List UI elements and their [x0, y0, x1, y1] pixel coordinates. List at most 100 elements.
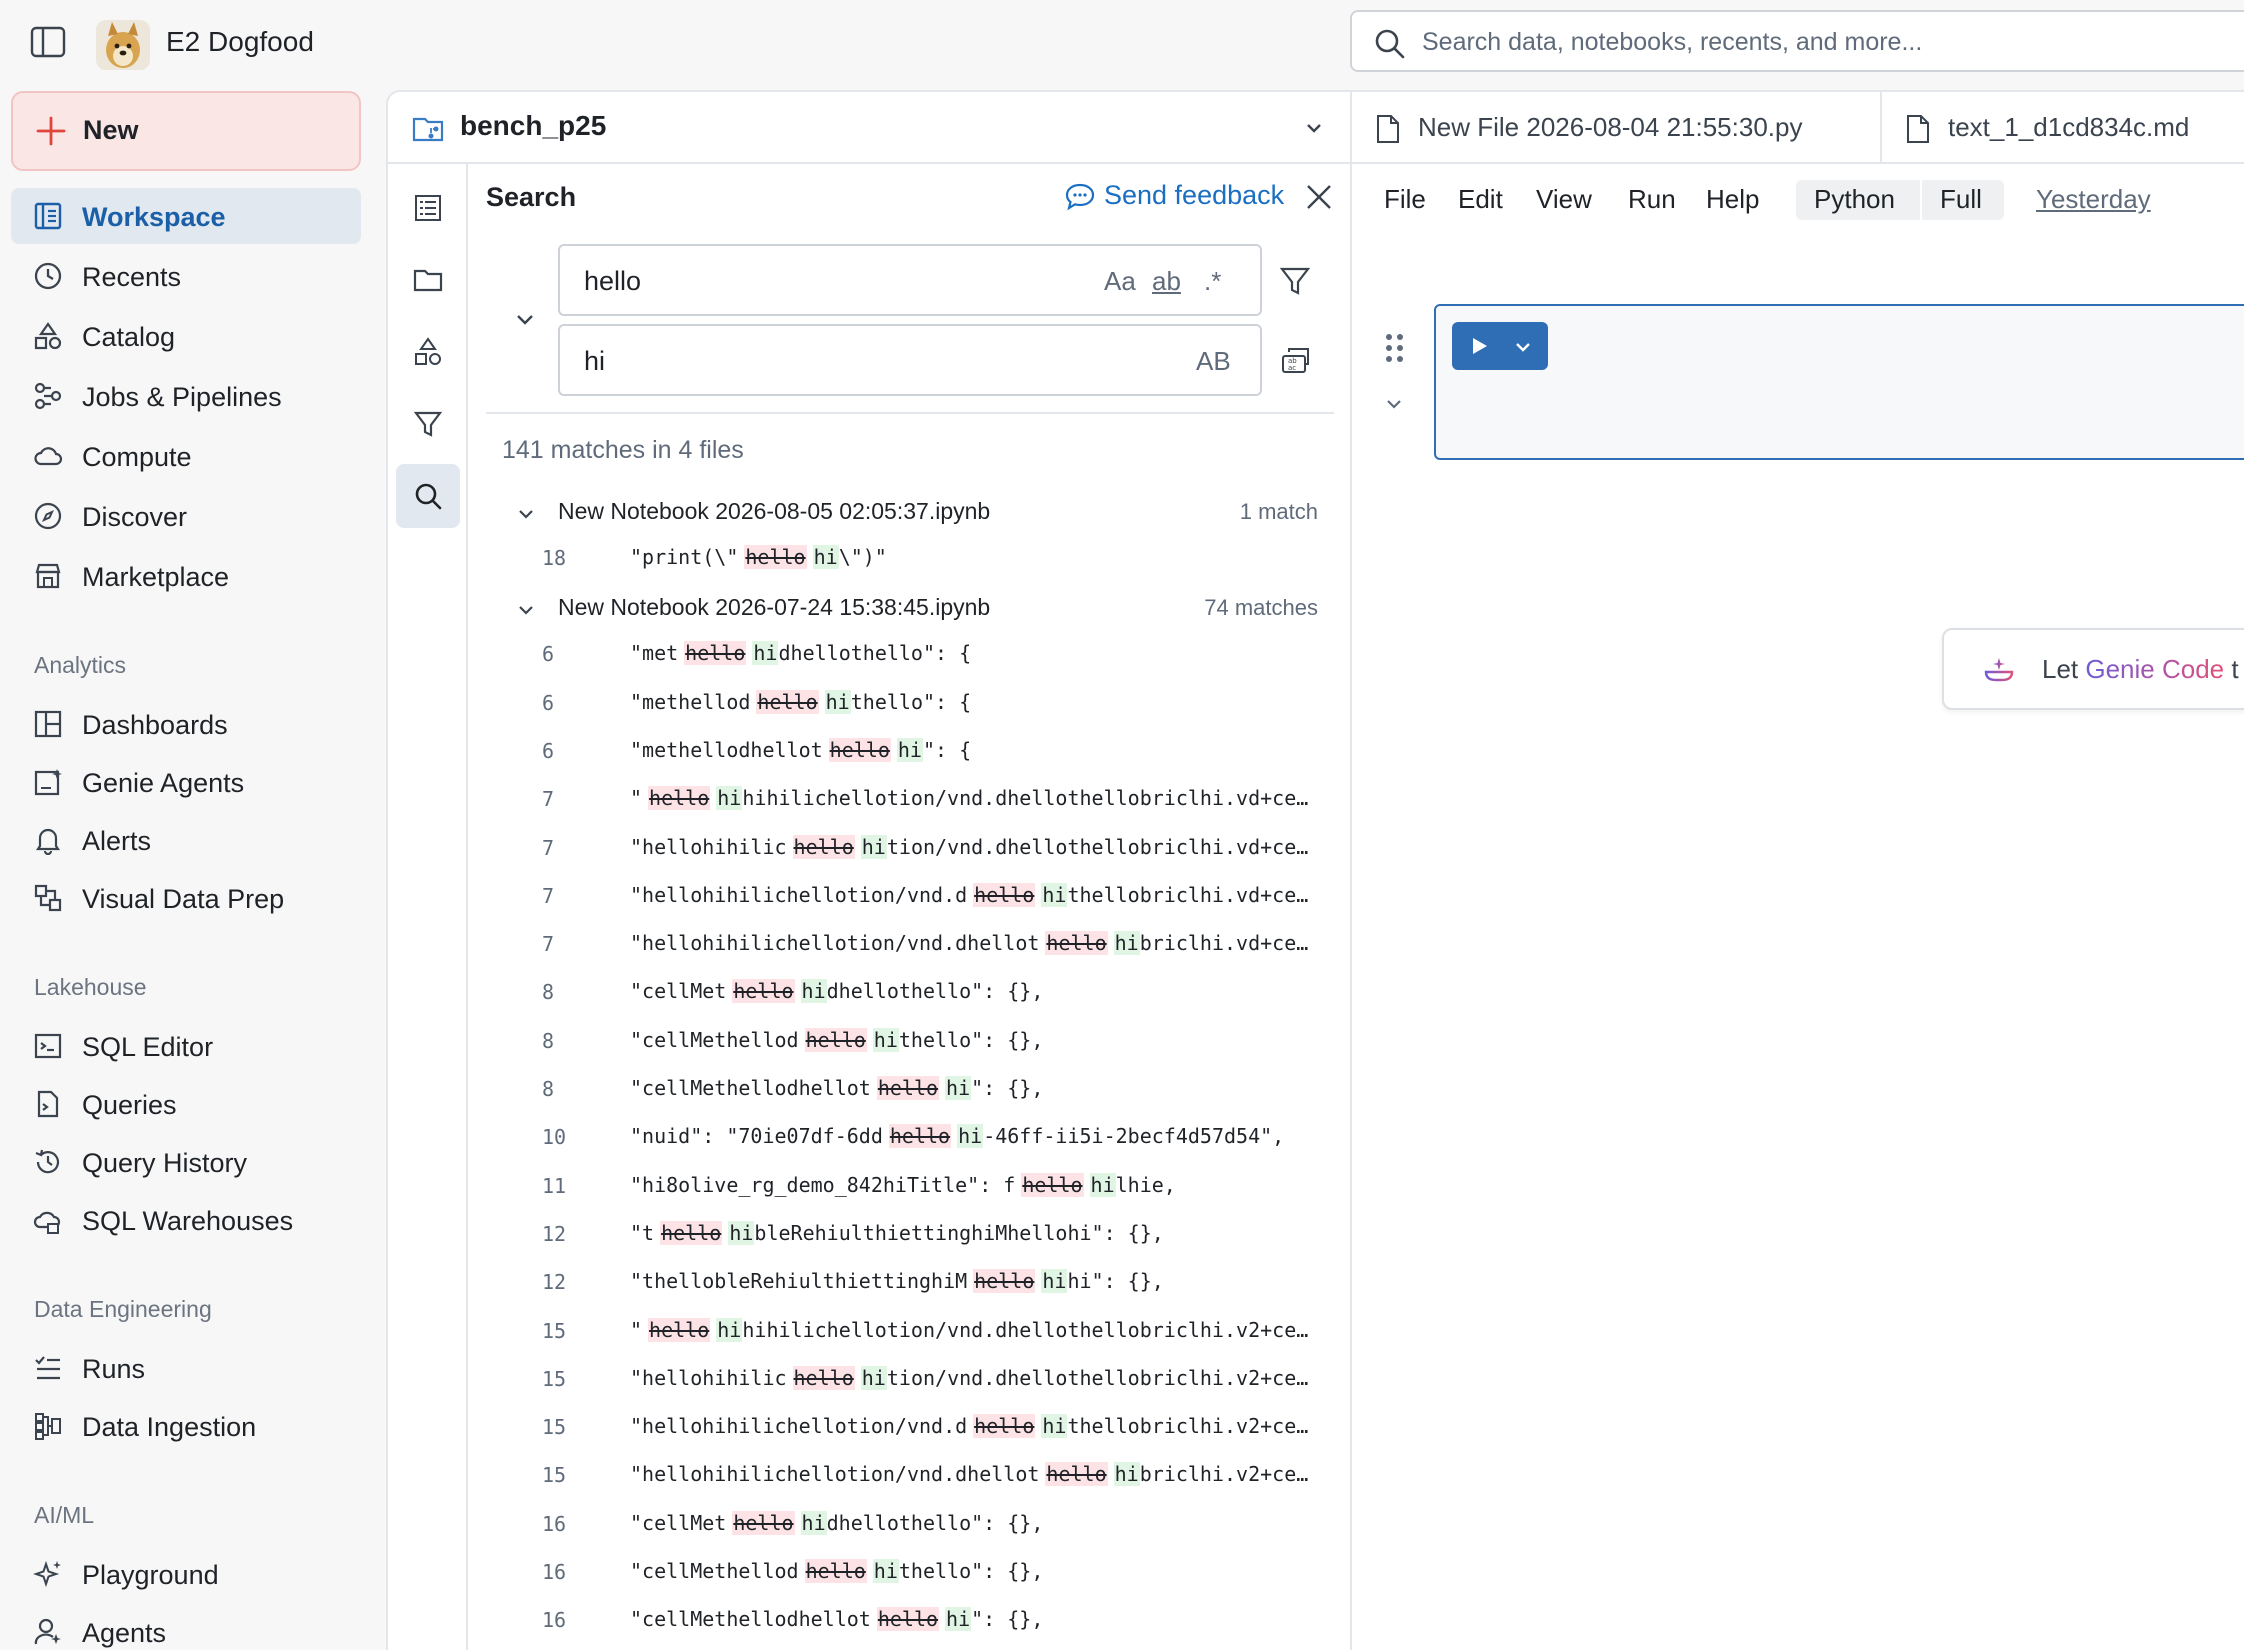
- line-number: 6: [542, 642, 555, 667]
- search-result-line[interactable]: 15 "hellohihilichellotion/vnd.d hello hithe…: [486, 1405, 1336, 1449]
- search-result-line[interactable]: 15 "hellohihilichellotion/vnd.dhellot hell…: [486, 1453, 1336, 1497]
- close-icon[interactable]: [1304, 182, 1334, 212]
- search-result-line[interactable]: 10 "nuid": "70ie07df-6dd hello hi-46ff-ii5i…: [486, 1115, 1336, 1159]
- regex-toggle[interactable]: .*: [1204, 266, 1221, 297]
- nav-item-catalog[interactable]: Catalog: [11, 308, 361, 364]
- collapse-cell-chevron-icon[interactable]: [1384, 394, 1404, 414]
- search-result-line[interactable]: 16 "cellMethellod hello hithello": {},: [486, 1550, 1336, 1594]
- search-result-line[interactable]: 6 "methellod hello hithello": {: [486, 681, 1336, 725]
- menu-run[interactable]: Run: [1628, 184, 1676, 215]
- search-result-line[interactable]: 7 "hellohihilic hello hition/vnd.dhellothel…: [486, 826, 1336, 870]
- tab-python-file[interactable]: New File 2026-08-04 21:55:30.py: [1352, 92, 1882, 162]
- find-input[interactable]: [584, 260, 1064, 302]
- match-suffix: dhellothello": {},: [826, 979, 1044, 1004]
- nav-item-dashboards[interactable]: Dashboards: [11, 696, 361, 752]
- line-number: 8: [542, 1028, 555, 1053]
- toggle-replace-chevron-icon[interactable]: [514, 308, 536, 330]
- outline-button[interactable]: [396, 176, 460, 240]
- search-result-line[interactable]: 8 "cellMet hello hidhellothello": {},: [486, 970, 1336, 1014]
- replace-input[interactable]: [584, 340, 1064, 382]
- chevron-down-icon[interactable]: [1514, 338, 1532, 356]
- replace-all-icon[interactable]: ab ac: [1280, 344, 1312, 376]
- nav-item-workspace[interactable]: Workspace: [11, 188, 361, 244]
- chevron-down-icon[interactable]: [516, 504, 536, 524]
- nav-item-compute[interactable]: Compute: [11, 428, 361, 484]
- search-result-line[interactable]: 15 "hellohihilic hello hition/vnd.dhellothe…: [486, 1357, 1336, 1401]
- agent-icon: [33, 1617, 63, 1647]
- catalog-button[interactable]: [396, 320, 460, 384]
- preserve-case-toggle[interactable]: AB: [1196, 346, 1231, 377]
- match-find-text: hello: [1045, 931, 1108, 956]
- workspace-logo[interactable]: [96, 20, 150, 70]
- workspace-name[interactable]: E2 Dogfood: [166, 24, 314, 60]
- code-cell[interactable]: [1434, 304, 2244, 460]
- nav-item-marketplace[interactable]: Marketplace: [11, 548, 361, 604]
- nav-item-discover[interactable]: Discover: [11, 488, 361, 544]
- match-find-text: hello: [660, 1220, 723, 1245]
- chevron-down-icon[interactable]: [1304, 118, 1324, 138]
- search-result-line[interactable]: 12 "t hello hibleRehiulthiettinghiMhellohi"…: [486, 1212, 1336, 1256]
- nav-item-genie-agents[interactable]: Genie Agents: [11, 754, 361, 810]
- nav-item-sql-warehouses[interactable]: SQL Warehouses: [11, 1192, 361, 1248]
- search-result-line[interactable]: 8 "cellMethellod hello hithello": {},: [486, 1019, 1336, 1063]
- view-mode-selector[interactable]: Full: [1940, 184, 1982, 215]
- filter-icon[interactable]: [1278, 264, 1312, 298]
- find-box[interactable]: Aa ab .*: [558, 244, 1262, 316]
- new-button[interactable]: New: [11, 91, 361, 171]
- tab-markdown-file[interactable]: text_1_d1cd834c.md: [1882, 92, 2244, 162]
- nav-item-sql-editor[interactable]: SQL Editor: [11, 1018, 361, 1074]
- global-search-input[interactable]: [1422, 20, 2242, 64]
- nav-item-alerts[interactable]: Alerts: [11, 812, 361, 868]
- nav-item-visual-data-prep[interactable]: Visual Data Prep: [11, 870, 361, 926]
- menu-edit[interactable]: Edit: [1458, 184, 1503, 215]
- nav-item-queries[interactable]: Queries: [11, 1076, 361, 1132]
- search-result-line[interactable]: 7 " hello hihihilichellotion/vnd.dhellothel…: [486, 777, 1336, 821]
- search-result-line[interactable]: 7 "hellohihilichellotion/vnd.d hello hithel…: [486, 874, 1336, 918]
- search-result-line[interactable]: 15 " hello hihihilichellotion/vnd.dhellothe…: [486, 1309, 1336, 1353]
- match-preview: "cellMethellod hello hithello": {},: [630, 1559, 1310, 1583]
- result-file-name: New Notebook 2026-08-05 02:05:37.ipynb: [558, 498, 991, 524]
- menu-file[interactable]: File: [1384, 184, 1426, 215]
- search-result-line[interactable]: 6 "methellodhellot hello hi": {: [486, 729, 1336, 773]
- language-selector[interactable]: Python: [1814, 184, 1895, 215]
- search-result-line[interactable]: 16 "cellMet hello hidhellothello": {},: [486, 1502, 1336, 1546]
- nav-item-jobs-pipelines[interactable]: Jobs & Pipelines: [11, 368, 361, 424]
- nav-item-runs[interactable]: Runs: [11, 1340, 361, 1396]
- search-result-line[interactable]: 8 "cellMethellodhellot hello hi": {},: [486, 1067, 1336, 1111]
- match-suffix: hihilichellotion/vnd.dhellothellobriclhi…: [742, 786, 1309, 811]
- genie-code-prompt[interactable]: Let Genie Code t: [1942, 628, 2244, 710]
- run-cell-button[interactable]: [1452, 322, 1548, 370]
- match-suffix: tion/vnd.dhellothellobriclhi.vd+ce…: [886, 834, 1309, 859]
- result-file-row[interactable]: New Notebook 2026-07-24 15:38:45.ipynb 74…: [486, 586, 1318, 630]
- divider: [486, 412, 1334, 414]
- nav-item-agents[interactable]: Agents: [11, 1604, 361, 1650]
- menu-view[interactable]: View: [1536, 184, 1592, 215]
- match-suffix: thello": {: [850, 689, 972, 714]
- whole-word-toggle[interactable]: ab: [1152, 266, 1181, 297]
- chevron-down-icon[interactable]: [516, 600, 536, 620]
- nav-item-recents[interactable]: Recents: [11, 248, 361, 304]
- result-file-row[interactable]: New Notebook 2026-08-05 02:05:37.ipynb 1 …: [486, 490, 1318, 534]
- file-browser-button[interactable]: [396, 248, 460, 312]
- search-result-line[interactable]: 12 "thellobleRehiulthiettinghiM hello hihi"…: [486, 1260, 1336, 1304]
- search-panel-button[interactable]: [396, 464, 460, 528]
- drag-handle-icon[interactable]: [1384, 332, 1406, 364]
- menu-help[interactable]: Help: [1706, 184, 1759, 215]
- repo-header[interactable]: bench_p25: [388, 92, 1350, 164]
- send-feedback-label: Send feedback: [1104, 180, 1285, 210]
- sidebar-toggle-icon[interactable]: [30, 26, 68, 60]
- search-result-line[interactable]: 16 "cellMethellodhellot hello hi": {},: [486, 1598, 1336, 1642]
- global-search-box[interactable]: [1350, 10, 2244, 72]
- match-case-toggle[interactable]: Aa: [1104, 266, 1136, 297]
- filter-button[interactable]: [396, 392, 460, 456]
- nav-item-data-ingestion[interactable]: Data Ingestion: [11, 1398, 361, 1454]
- nav-item-query-history[interactable]: Query History: [11, 1134, 361, 1190]
- search-result-line[interactable]: 18 "print(\" hello hi\")": [486, 536, 1336, 580]
- last-saved-link[interactable]: Yesterday: [2036, 184, 2151, 215]
- search-result-line[interactable]: 11 "hi8olive_rg_demo_842hiTitle": f hello h…: [486, 1164, 1336, 1208]
- search-result-line[interactable]: 6 "met hello hidhellothello": {: [486, 632, 1336, 676]
- nav-item-playground[interactable]: Playground: [11, 1546, 361, 1602]
- search-result-line[interactable]: 7 "hellohihilichellotion/vnd.dhellot hello…: [486, 922, 1336, 966]
- replace-box[interactable]: AB: [558, 324, 1262, 396]
- match-preview: "cellMethellod hello hithello": {},: [630, 1027, 1310, 1052]
